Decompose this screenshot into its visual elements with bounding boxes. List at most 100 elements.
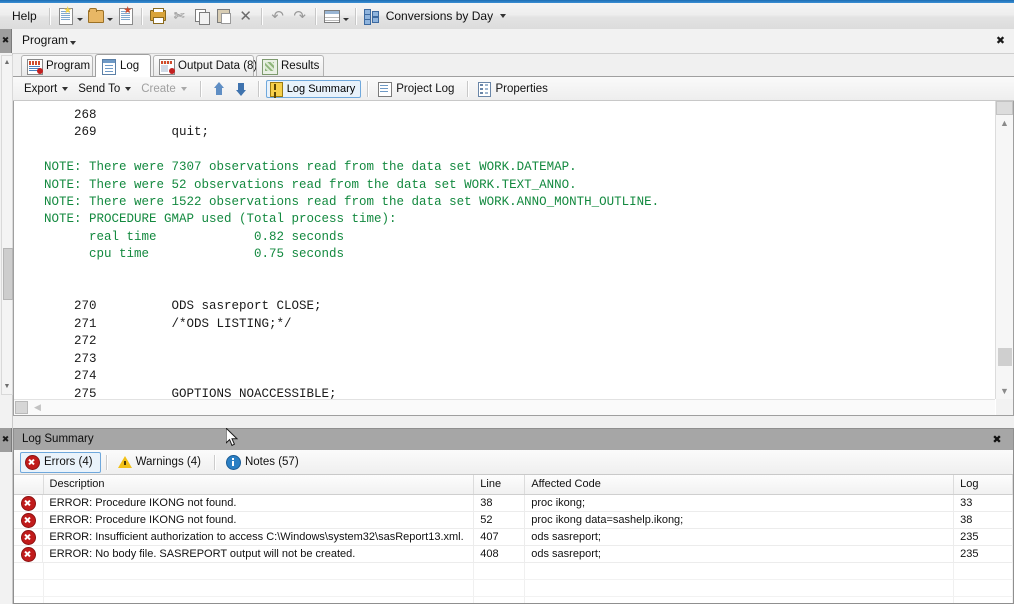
create-button: Create — [138, 81, 190, 97]
column-header-description[interactable]: Description — [44, 475, 475, 494]
table-row[interactable]: ERROR: No body file. SASREPORT output wi… — [14, 546, 1013, 563]
toolbar-separator-5 — [354, 7, 357, 25]
new-program-button[interactable] — [56, 6, 84, 26]
row-log: 235 — [954, 529, 1013, 545]
scrollbar-thumb[interactable] — [998, 348, 1012, 366]
table-empty-cell — [954, 580, 1013, 596]
column-header-icon[interactable] — [14, 475, 44, 494]
subtoolbar-separator-1 — [199, 80, 202, 97]
chevron-down-icon[interactable] — [500, 14, 507, 18]
log-horizontal-scrollbar[interactable]: ◀ — [14, 399, 995, 415]
scroll-down-icon[interactable]: ▼ — [996, 384, 1013, 399]
tab-log-label: Log — [120, 60, 140, 72]
scroll-up-icon[interactable]: ▲ — [3, 58, 11, 68]
paste-button[interactable] — [214, 6, 234, 26]
table-row[interactable]: ERROR: Procedure IKONG not found. 38 proc … — [14, 495, 1013, 512]
send-to-label: Send To — [78, 82, 121, 95]
run-program-button[interactable] — [116, 6, 136, 26]
create-label: Create — [141, 82, 176, 95]
tab-program[interactable]: Program — [21, 55, 93, 76]
send-to-button[interactable]: Send To — [75, 81, 134, 97]
log-line: NOTE: There were 1522 observations read … — [44, 195, 660, 210]
row-description: ERROR: Procedure IKONG not found. — [43, 495, 475, 511]
redo-button[interactable]: ↷ — [290, 6, 310, 26]
properties-button[interactable]: Properties — [475, 80, 550, 98]
project-log-icon — [378, 81, 393, 97]
table-empty-cell — [44, 597, 475, 603]
warning-icon — [117, 455, 132, 469]
program-band-left-close[interactable]: ✖ — [0, 29, 12, 53]
left-rail-scrollbar[interactable]: ▲ ▼ — [1, 55, 13, 395]
row-log: 38 — [954, 512, 1013, 528]
column-header-line[interactable]: Line — [474, 475, 526, 494]
main-toolbar: Help ✄ ✕ ↶ ↷ Conversions by Day — [0, 3, 1014, 30]
table-empty-row — [14, 597, 1013, 603]
scroll-up-icon[interactable]: ▲ — [996, 116, 1013, 131]
scrollbar-left-box[interactable] — [15, 401, 28, 414]
tab-warnings[interactable]: Warnings (4) — [113, 453, 209, 472]
open-project-button[interactable] — [86, 6, 114, 26]
move-down-arrow-button[interactable] — [234, 81, 248, 97]
project-log-button[interactable]: Project Log — [375, 80, 457, 98]
tab-log[interactable]: Log — [95, 54, 151, 77]
log-summary-title: Log Summary — [22, 433, 94, 445]
log-icon — [101, 59, 116, 75]
view-layout-button[interactable] — [322, 6, 350, 26]
move-up-arrow-button[interactable] — [212, 81, 226, 97]
scrollbar-thumb[interactable] — [3, 248, 13, 300]
chevron-down-icon[interactable] — [70, 41, 76, 45]
tab-results[interactable]: Results — [256, 55, 324, 76]
subtoolbar-separator-4 — [467, 80, 470, 97]
project-log-label: Project Log — [396, 82, 455, 95]
log-summary-toggle-button[interactable]: Log Summary — [265, 79, 362, 98]
column-header-affected-code[interactable]: Affected Code — [525, 475, 955, 494]
log-line: 272 — [44, 334, 97, 349]
active-project-button[interactable] — [362, 6, 382, 26]
row-error-icon-cell — [14, 529, 44, 545]
table-empty-cell — [525, 580, 955, 596]
scroll-down-icon[interactable]: ▼ — [3, 382, 11, 392]
log-line: NOTE: PROCEDURE GMAP used (Total process… — [44, 212, 397, 227]
log-summary-tabs: Errors (4) Warnings (4) Notes (57) — [14, 450, 1013, 475]
scrollbar-top-box[interactable] — [996, 101, 1013, 115]
log-vertical-scrollbar[interactable]: ▲ ▼ — [995, 101, 1013, 399]
properties-icon — [478, 81, 492, 97]
program-band-close-button[interactable]: ✖ — [987, 29, 1014, 53]
row-error-icon-cell — [14, 512, 44, 528]
redo-arrow-icon: ↷ — [293, 7, 306, 25]
menu-help[interactable]: Help — [4, 7, 45, 26]
program-icon — [27, 59, 43, 75]
table-empty-row — [14, 580, 1013, 597]
printer-icon — [149, 8, 166, 24]
row-error-icon-cell — [14, 546, 44, 562]
log-summary-left-close[interactable]: ✖ — [0, 428, 12, 452]
table-empty-cell — [14, 563, 44, 579]
log-summary-toggle-label: Log Summary — [286, 82, 356, 95]
cut-button[interactable]: ✄ — [170, 6, 190, 26]
log-text-content[interactable]: 268 269 quit; NOTE: There were 7307 obse… — [14, 101, 995, 399]
close-x-icon: ✕ — [239, 7, 252, 25]
tab-notes[interactable]: Notes (57) — [221, 452, 307, 473]
log-line: NOTE: There were 52 observations read fr… — [44, 177, 577, 192]
undo-arrow-icon: ↶ — [271, 7, 284, 25]
tab-output-data[interactable]: Output Data (8) — [153, 55, 257, 76]
toolbar-separator-2 — [140, 7, 143, 25]
error-icon — [20, 512, 36, 528]
log-line: 271 /*ODS LISTING;*/ — [44, 316, 292, 331]
new-program-icon — [58, 8, 73, 25]
table-row[interactable]: ERROR: Insufficient authorization to acc… — [14, 529, 1013, 546]
log-line: 268 — [44, 108, 97, 122]
tab-errors[interactable]: Errors (4) — [20, 451, 101, 473]
log-summary-close-button[interactable]: ✖ — [985, 429, 1009, 450]
column-header-log[interactable]: Log — [954, 475, 1013, 494]
table-row[interactable]: ERROR: Procedure IKONG not found. 52 proc … — [14, 512, 1013, 529]
copy-button[interactable] — [192, 6, 212, 26]
scroll-left-icon[interactable]: ◀ — [31, 400, 44, 415]
delete-button[interactable]: ✕ — [236, 6, 256, 26]
print-button[interactable] — [148, 6, 168, 26]
chevron-down-icon — [180, 86, 187, 91]
undo-button[interactable]: ↶ — [268, 6, 288, 26]
log-line: 273 — [44, 351, 97, 366]
export-button[interactable]: Export — [21, 81, 71, 97]
